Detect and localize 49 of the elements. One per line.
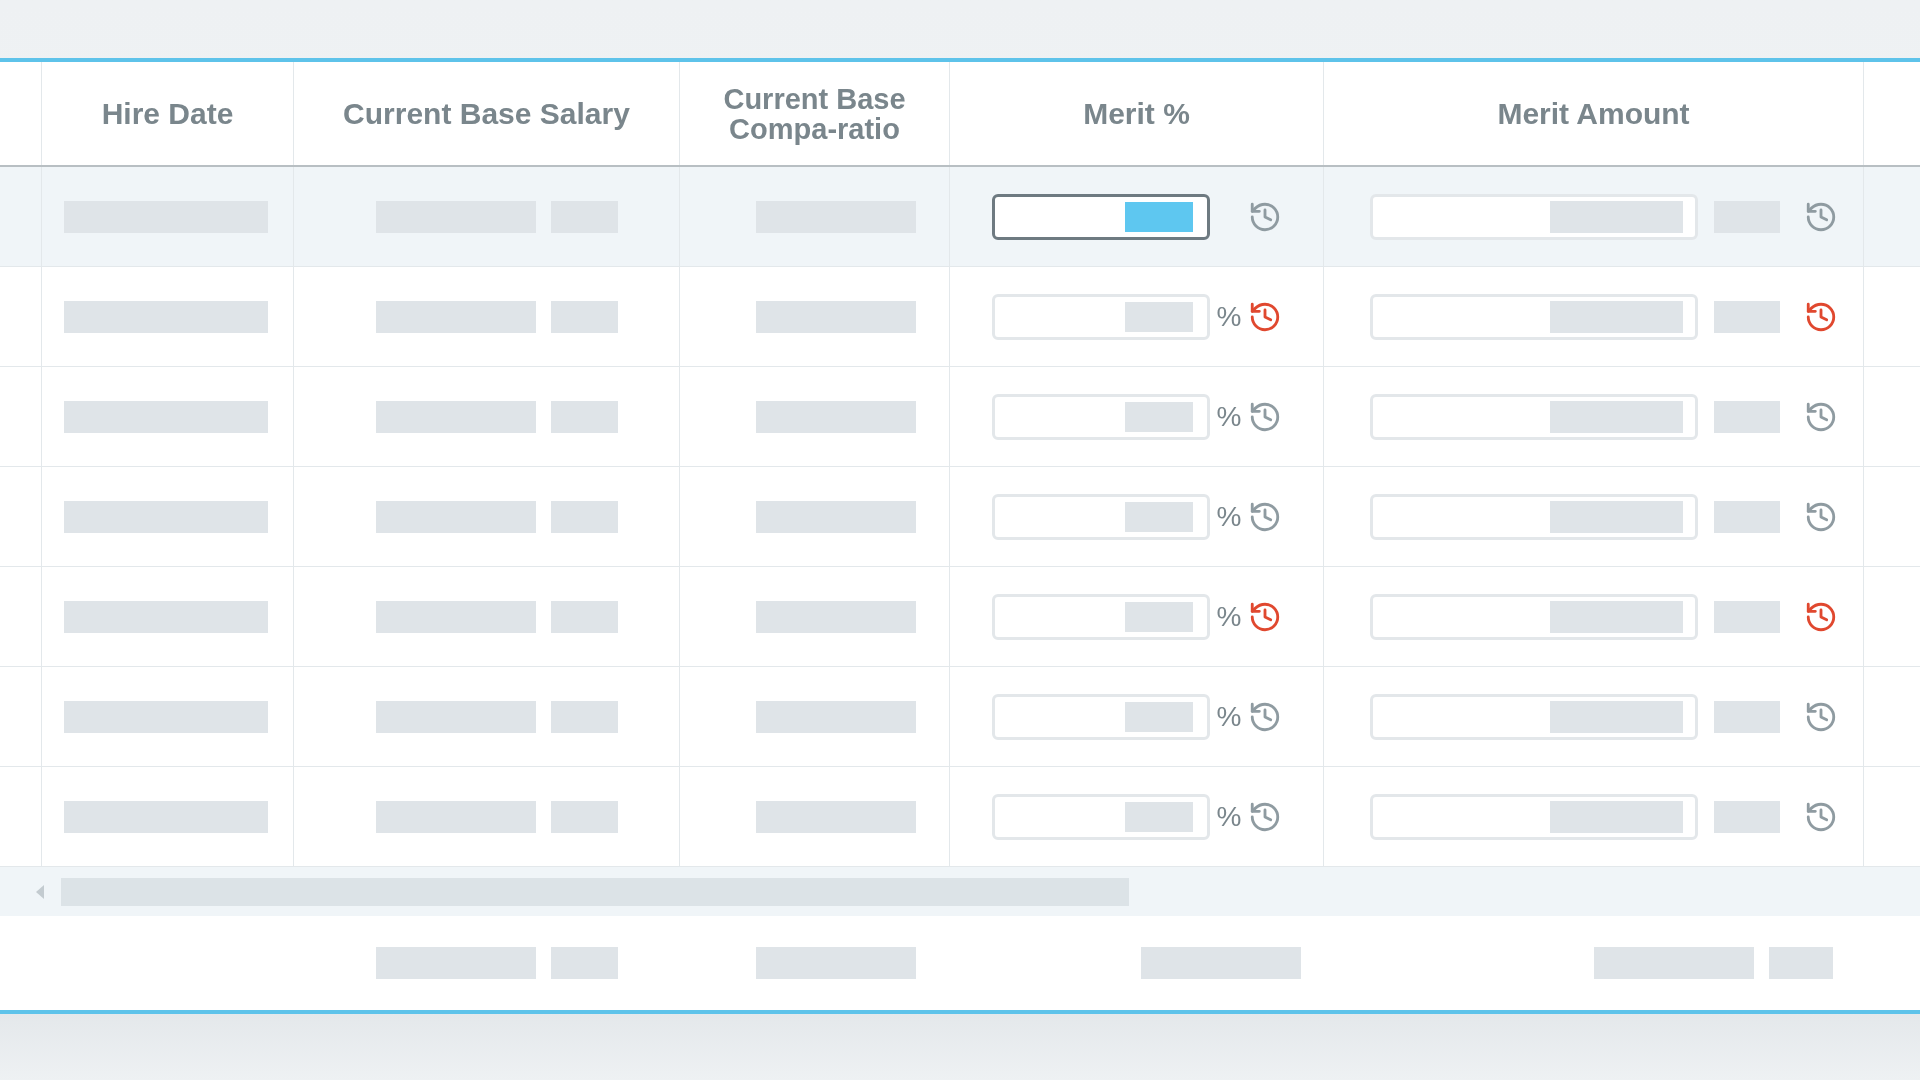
redacted-bar [1714, 500, 1780, 533]
column-header: Hire Date [101, 96, 234, 132]
redacted-bar [551, 800, 618, 833]
table-row[interactable]: % [0, 567, 1920, 667]
merit-amount-field[interactable] [1370, 493, 1698, 540]
selection-highlight [1125, 201, 1193, 232]
column-header: Current Base Compa-ratio [722, 83, 907, 144]
table-row[interactable]: % [0, 767, 1920, 867]
redacted-bar [1125, 301, 1193, 332]
redacted-bar [551, 300, 618, 333]
redacted-bar [1125, 701, 1193, 732]
percent-sign: % [1215, 399, 1243, 434]
table-row[interactable]: % [0, 267, 1920, 367]
redacted-bar [1125, 601, 1193, 632]
merit-amount-field[interactable] [1370, 293, 1698, 340]
merit-amount-field[interactable] [1370, 593, 1698, 640]
redacted-bar [1125, 501, 1193, 532]
table-row[interactable]: % [0, 667, 1920, 767]
redacted-bar [1125, 401, 1193, 432]
redacted-bar [1769, 947, 1833, 979]
percent-sign: % [1215, 799, 1243, 834]
redacted-bar [1714, 400, 1780, 433]
percent-sign: % [1215, 299, 1243, 334]
percent-sign: % [1215, 699, 1243, 734]
redacted-bar [1714, 700, 1780, 733]
merit-amount-field[interactable] [1370, 793, 1698, 840]
percent-sign: % [1215, 499, 1243, 534]
redacted-bar [551, 400, 618, 433]
merit-amount-field[interactable] [1370, 393, 1698, 440]
percent-sign: % [1215, 599, 1243, 634]
redacted-bar [551, 600, 618, 633]
merit-amount-field[interactable] [1370, 193, 1698, 240]
horizontal-scrollbar[interactable] [0, 867, 1920, 916]
column-header: Merit % [1083, 96, 1190, 132]
redacted-bar [1714, 800, 1780, 833]
table-row[interactable]: % [0, 367, 1920, 467]
redacted-bar [551, 700, 618, 733]
column-header: Current Base Salary [343, 96, 630, 132]
merit-percent-field[interactable] [992, 193, 1210, 240]
redacted-bar [1125, 801, 1193, 832]
redacted-bar [1714, 600, 1780, 633]
redacted-bar [551, 947, 618, 979]
table-row[interactable] [0, 167, 1920, 267]
merit-amount-field[interactable] [1370, 693, 1698, 740]
column-header: Merit Amount [1497, 96, 1690, 132]
redacted-bar [1714, 300, 1780, 333]
table-row[interactable]: % [0, 467, 1920, 567]
redacted-bar [551, 500, 618, 533]
scroll-left-icon[interactable] [35, 884, 45, 899]
